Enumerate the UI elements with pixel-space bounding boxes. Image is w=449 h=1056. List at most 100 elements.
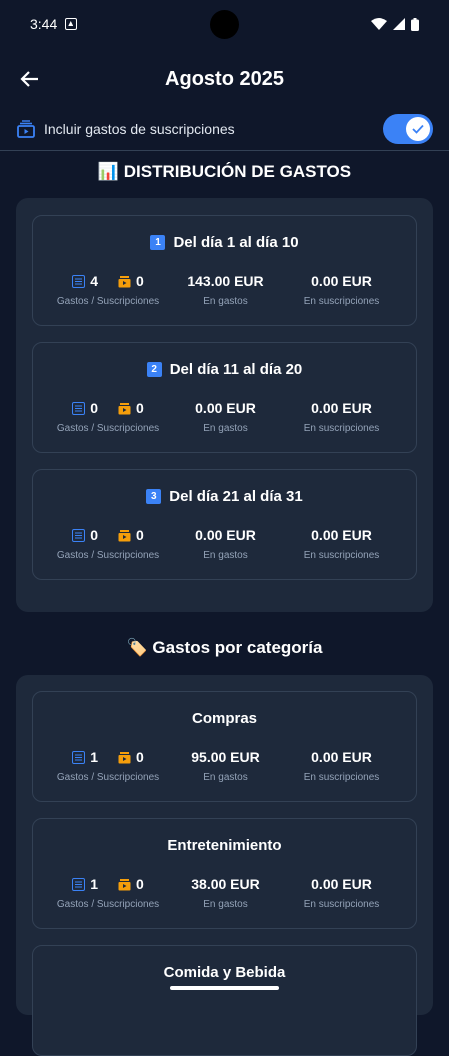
gesture-home-bar[interactable]	[170, 986, 279, 990]
expense-amount: 38.00 EUR	[191, 876, 260, 892]
subscription-amount-caption: En suscripciones	[303, 550, 380, 561]
expense-amount: 95.00 EUR	[191, 749, 260, 765]
period-card-title: 2 Del día 11 al día 20	[33, 361, 416, 378]
back-button[interactable]	[16, 65, 44, 93]
count-stat: 1 0 Gastos / Suscripciones	[43, 875, 173, 910]
subscription-count: 0	[136, 876, 144, 892]
expense-count: 1	[90, 749, 98, 765]
expense-amount-stat: 0.00 EUR En gastos	[173, 399, 278, 434]
expense-amount: 0.00 EUR	[195, 400, 256, 416]
category-card[interactable]: Comida y Bebida	[32, 945, 417, 1056]
expense-count: 4	[90, 273, 98, 289]
wifi-icon	[371, 18, 387, 30]
category-title: Comida y Bebida	[163, 964, 286, 981]
categories-panel: Compras 1 0 Gastos / Suscripciones 95.00…	[16, 675, 433, 1056]
expense-amount: 143.00 EUR	[187, 273, 264, 289]
category-card[interactable]: Compras 1 0 Gastos / Suscripciones 95.00…	[32, 691, 417, 802]
period-title: Del día 1 al día 10	[173, 234, 299, 251]
expense-count: 1	[90, 876, 98, 892]
subscription-amount-stat: 0.00 EUR En suscripciones	[283, 748, 400, 783]
period-card-title: 3 Del día 21 al día 31	[33, 488, 416, 505]
include-subscriptions-label: Incluir gastos de suscripciones	[44, 121, 235, 137]
subscription-box-icon	[118, 751, 131, 763]
count-caption: Gastos / Suscripciones	[56, 296, 160, 307]
category-title: Compras	[191, 710, 258, 727]
subscription-box-icon	[118, 529, 131, 541]
arrow-left-icon	[20, 71, 38, 87]
include-subscriptions-toggle[interactable]	[383, 114, 433, 144]
expense-amount-stat: 143.00 EUR En gastos	[173, 272, 278, 307]
period-title: Del día 11 al día 20	[169, 361, 303, 378]
subscription-count: 0	[136, 273, 144, 289]
list-icon	[72, 401, 86, 415]
category-card[interactable]: Entretenimiento 1 0 Gastos / Suscripcion…	[32, 818, 417, 929]
subscription-amount: 0.00 EUR	[311, 400, 372, 416]
check-icon	[412, 124, 424, 134]
subscription-amount-caption: En suscripciones	[303, 423, 380, 434]
subscription-amount: 0.00 EUR	[311, 273, 372, 289]
period-title: Del día 21 al día 31	[169, 488, 303, 505]
subscription-amount: 0.00 EUR	[311, 749, 372, 765]
subscription-amount-caption: En suscripciones	[303, 772, 380, 783]
period-card-title: 1 Del día 1 al día 10	[33, 234, 416, 251]
category-title: Entretenimiento	[167, 837, 282, 854]
subscription-box-icon	[118, 402, 131, 414]
list-icon	[72, 750, 86, 764]
expense-count: 0	[90, 400, 98, 416]
app-header: Agosto 2025	[0, 55, 449, 103]
count-caption: Gastos / Suscripciones	[56, 423, 160, 434]
subscription-count: 0	[136, 749, 144, 765]
distribution-panel: 1 Del día 1 al día 10 4 0 Gastos / Suscr…	[16, 198, 433, 612]
include-subscriptions-row[interactable]: Incluir gastos de suscripciones	[0, 108, 449, 151]
subscription-amount-stat: 0.00 EUR En suscripciones	[283, 399, 400, 434]
subscription-box-icon	[118, 878, 131, 890]
subscription-icon	[17, 120, 35, 138]
distribution-heading: 📊 DISTRIBUCIÓN DE GASTOS	[0, 162, 449, 182]
categories-heading: 🏷️ Gastos por categoría	[0, 638, 449, 658]
list-icon	[72, 877, 86, 891]
battery-icon	[411, 17, 419, 31]
keycap-number-icon: 2	[146, 362, 162, 377]
subscription-count: 0	[136, 400, 144, 416]
period-card[interactable]: 2 Del día 11 al día 20 0 0 Gastos / Susc…	[32, 342, 417, 453]
count-stat: 4 0 Gastos / Suscripciones	[43, 272, 173, 307]
expense-amount-caption: En gastos	[203, 296, 248, 307]
toggle-knob	[406, 117, 430, 141]
expense-amount-stat: 0.00 EUR En gastos	[173, 526, 278, 561]
distribution-heading-text: DISTRIBUCIÓN DE GASTOS	[123, 162, 352, 181]
subscription-amount-stat: 0.00 EUR En suscripciones	[283, 526, 400, 561]
subscription-amount: 0.00 EUR	[311, 876, 372, 892]
period-card[interactable]: 1 Del día 1 al día 10 4 0 Gastos / Suscr…	[32, 215, 417, 326]
expense-count: 0	[90, 527, 98, 543]
camera-cutout	[210, 10, 239, 39]
count-caption: Gastos / Suscripciones	[56, 772, 160, 783]
list-icon	[72, 528, 86, 542]
subscription-amount-caption: En suscripciones	[303, 296, 380, 307]
expense-amount-stat: 95.00 EUR En gastos	[173, 748, 278, 783]
subscription-amount-stat: 0.00 EUR En suscripciones	[283, 272, 400, 307]
expense-amount: 0.00 EUR	[195, 527, 256, 543]
subscription-amount: 0.00 EUR	[311, 527, 372, 543]
period-card[interactable]: 3 Del día 21 al día 31 0 0 Gastos / Susc…	[32, 469, 417, 580]
expense-amount-caption: En gastos	[203, 899, 248, 910]
subscription-count: 0	[136, 527, 144, 543]
expense-amount-caption: En gastos	[203, 423, 248, 434]
page-title: Agosto 2025	[165, 67, 284, 90]
subscription-box-icon	[118, 275, 131, 287]
status-time: 3:44	[30, 16, 58, 32]
expense-amount-caption: En gastos	[203, 550, 248, 561]
count-stat: 0 0 Gastos / Suscripciones	[43, 399, 173, 434]
count-stat: 0 0 Gastos / Suscripciones	[43, 526, 173, 561]
expense-amount-stat: 38.00 EUR En gastos	[173, 875, 278, 910]
subscription-amount-caption: En suscripciones	[303, 899, 380, 910]
count-stat: 1 0 Gastos / Suscripciones	[43, 748, 173, 783]
keycap-number-icon: 3	[146, 489, 162, 504]
subscription-amount-stat: 0.00 EUR En suscripciones	[283, 875, 400, 910]
tag-emoji-icon: 🏷️	[126, 638, 148, 657]
list-icon	[72, 274, 86, 288]
count-caption: Gastos / Suscripciones	[56, 550, 160, 561]
categories-heading-text: Gastos por categoría	[152, 638, 323, 657]
signal-icon	[393, 18, 405, 30]
chart-emoji-icon: 📊	[97, 162, 120, 181]
keycap-number-icon: 1	[150, 235, 166, 250]
